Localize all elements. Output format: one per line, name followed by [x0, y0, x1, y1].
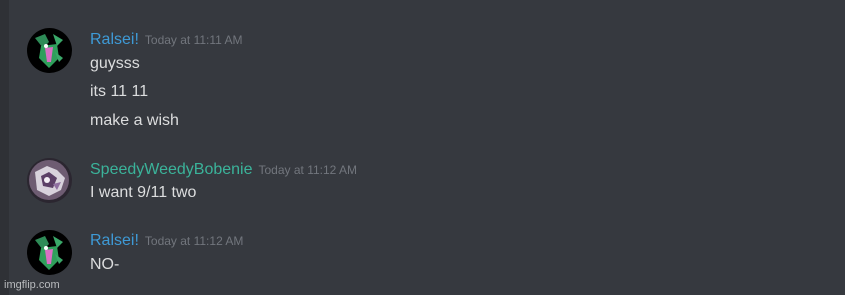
timestamp: Today at 11:11 AM — [144, 33, 243, 47]
message-text: make a wish — [90, 112, 179, 129]
chat-window: Ralsei! Today at 11:11 AM guysss its 11 1… — [0, 0, 845, 295]
message-text: NO- — [90, 256, 120, 273]
speedy-avatar-icon[interactable] — [27, 158, 72, 203]
ralsei-avatar-icon[interactable] — [27, 28, 72, 73]
username[interactable]: Ralsei! — [90, 232, 139, 249]
message-text: its 11 11 — [90, 83, 149, 100]
ralsei-avatar-icon[interactable] — [27, 230, 72, 275]
imgflip-watermark: imgflip.com — [4, 279, 60, 291]
timestamp: Today at 11:12 AM — [144, 234, 244, 248]
message-text: I want 9/11 two — [90, 184, 197, 201]
message-text: guysss — [90, 55, 140, 72]
username[interactable]: Ralsei! — [90, 31, 139, 48]
username[interactable]: SpeedyWeedyBobenie — [90, 161, 253, 178]
channel-sidebar-edge — [0, 0, 9, 295]
timestamp: Today at 11:12 AM — [258, 163, 358, 177]
